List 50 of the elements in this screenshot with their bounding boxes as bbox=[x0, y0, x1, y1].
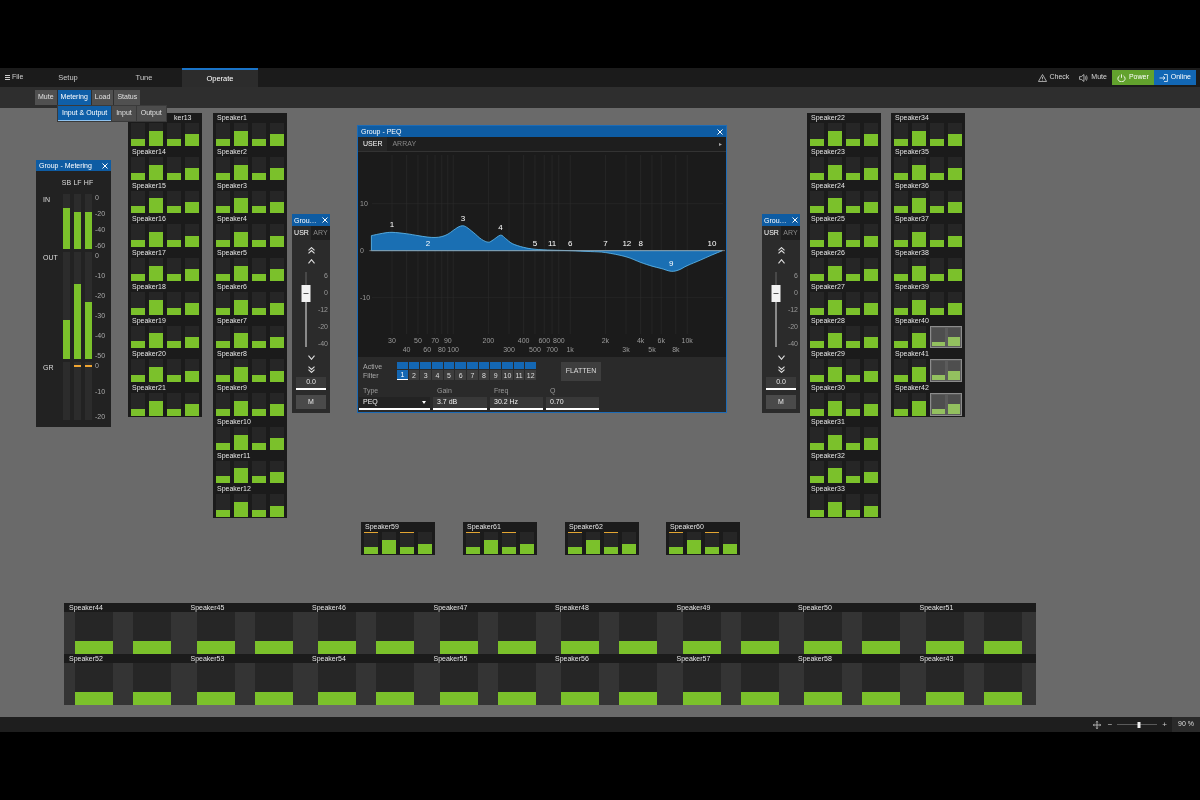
band-number[interactable]: 6 bbox=[567, 238, 573, 248]
filter-active-toggle[interactable] bbox=[490, 362, 502, 369]
filter-active-toggle[interactable] bbox=[397, 362, 408, 369]
chevron-up-icon[interactable] bbox=[307, 259, 315, 264]
filter-active-toggle[interactable] bbox=[408, 362, 420, 369]
menu-icon bbox=[5, 75, 10, 80]
double-chevron-down-icon[interactable] bbox=[777, 366, 785, 373]
filter-active-toggle[interactable] bbox=[478, 362, 490, 369]
band-number[interactable]: 4 bbox=[498, 223, 503, 233]
zoom-slider-thumb[interactable] bbox=[1137, 721, 1141, 728]
double-chevron-up-icon[interactable] bbox=[777, 247, 785, 254]
double-chevron-up-icon[interactable] bbox=[307, 247, 315, 254]
filter-active-toggle[interactable] bbox=[443, 362, 455, 369]
band-number[interactable]: 1 bbox=[389, 220, 395, 230]
close-icon[interactable] bbox=[717, 128, 723, 135]
band-number[interactable]: 9 bbox=[668, 259, 674, 269]
filter-active-toggle[interactable] bbox=[525, 362, 537, 369]
close-icon[interactable] bbox=[792, 217, 798, 223]
chevron-down-icon[interactable] bbox=[777, 355, 785, 360]
caret-icon[interactable] bbox=[719, 142, 722, 146]
filter-active-toggle[interactable] bbox=[513, 362, 525, 369]
band-number[interactable]: 12 bbox=[622, 238, 632, 248]
zoom-out-button[interactable]: − bbox=[1107, 720, 1113, 729]
band-number[interactable]: 3 bbox=[460, 213, 466, 223]
filter-active-toggle[interactable] bbox=[467, 362, 478, 369]
band-number[interactable]: 8 bbox=[638, 238, 643, 248]
fader-thumb[interactable] bbox=[771, 285, 781, 303]
band-number[interactable]: 11 bbox=[547, 238, 557, 248]
caret-down-icon bbox=[422, 401, 426, 404]
chevron-down-icon[interactable] bbox=[307, 355, 315, 360]
double-chevron-down-icon[interactable] bbox=[307, 366, 315, 373]
speaker-icon bbox=[1079, 73, 1089, 82]
power-icon bbox=[1116, 73, 1126, 82]
filter-active-toggle[interactable] bbox=[455, 362, 467, 369]
login-icon bbox=[1158, 73, 1168, 82]
close-icon[interactable] bbox=[102, 162, 108, 169]
chevron-up-icon[interactable] bbox=[777, 259, 785, 264]
band-number[interactable]: 7 bbox=[603, 238, 608, 248]
zoom-in-button[interactable]: + bbox=[1162, 720, 1167, 729]
filter-active-toggle[interactable] bbox=[420, 362, 431, 369]
band-number[interactable]: 10 bbox=[707, 238, 717, 248]
eq-curve[interactable] bbox=[371, 225, 723, 272]
band-number[interactable]: 5 bbox=[532, 238, 538, 248]
filter-active-toggle[interactable] bbox=[502, 362, 513, 369]
fader-thumb[interactable] bbox=[301, 285, 311, 303]
warning-icon bbox=[1037, 73, 1047, 82]
close-icon[interactable] bbox=[322, 217, 328, 223]
filter-active-toggle[interactable] bbox=[432, 362, 443, 369]
move-icon[interactable] bbox=[1092, 720, 1101, 729]
band-number[interactable]: 2 bbox=[425, 238, 431, 248]
